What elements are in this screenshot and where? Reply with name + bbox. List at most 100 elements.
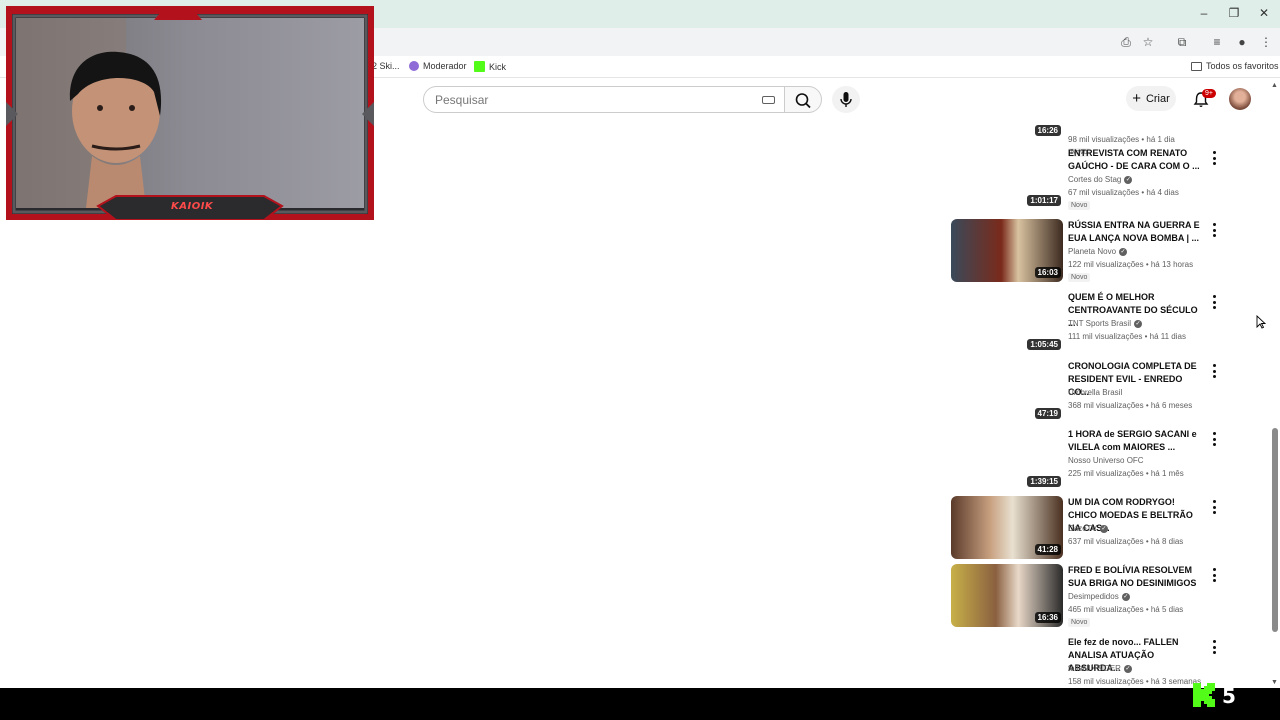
video-thumbnail[interactable]: 1:39:15 — [951, 428, 1063, 491]
video-thumbnail[interactable]: 41:28 — [951, 496, 1063, 559]
video-channel[interactable]: CazéTV ✓ — [1068, 524, 1108, 533]
search-icon — [795, 93, 811, 109]
video-meta: 67 mil visualizações • há 4 dias — [1068, 188, 1179, 197]
video-title[interactable]: FRED E BOLÍVIA RESOLVEM SUA BRIGA NO DES… — [1068, 564, 1202, 590]
video-channel[interactable]: Planeta Novo ✓ — [1068, 247, 1128, 256]
video-meta: 465 mil visualizações • há 5 dias — [1068, 605, 1184, 614]
list-item[interactable]: 16:03 RÚSSIA ENTRA NA GUERRA E EUA LANÇA … — [951, 219, 1216, 285]
plus-icon: + — [1132, 89, 1141, 107]
video-thumbnail[interactable]: 16:36 — [951, 564, 1063, 627]
channel-name: Umbrella Brasil — [1068, 388, 1123, 397]
all-bookmarks-label: Todos os favoritos — [1206, 61, 1279, 71]
minimize-icon[interactable]: – — [1194, 6, 1214, 22]
video-thumbnail[interactable]: 1:05:45 — [951, 291, 1063, 354]
video-duration: 1:01:17 — [1027, 195, 1061, 206]
video-duration: 1:05:45 — [1027, 339, 1061, 350]
video-meta: 158 mil visualizações • há 3 semanas — [1068, 677, 1202, 686]
video-duration: 47:19 — [1034, 408, 1061, 419]
video-title[interactable]: ENTREVISTA COM RENATO GAÚCHO - DE CARA C… — [1068, 147, 1202, 173]
install-app-icon[interactable]: ⎙ — [1118, 35, 1134, 49]
bookmark-kick[interactable]: Kick — [474, 61, 506, 72]
new-badge: Novo — [1068, 618, 1091, 627]
video-meta: 122 mil visualizações • há 13 horas — [1068, 260, 1194, 269]
search-button[interactable] — [784, 86, 822, 113]
notification-badge: 9+ — [1202, 89, 1216, 98]
restore-icon[interactable]: ❐ — [1224, 6, 1244, 22]
folder-icon — [1191, 61, 1202, 71]
channel-name: Cortes do Stag — [1068, 175, 1122, 184]
video-channel[interactable]: Desimpedidos ✓ — [1068, 592, 1130, 601]
verified-check-icon: ✓ — [1119, 247, 1128, 256]
video-thumbnail[interactable]: 47:19 — [951, 360, 1063, 423]
more-actions-icon[interactable] — [1211, 151, 1217, 165]
video-channel[interactable]: TNT Sports Brasil ✓ — [1068, 319, 1142, 328]
webcam-label: KAIOIK — [171, 201, 214, 212]
scroll-down-icon[interactable]: ▼ — [1271, 679, 1278, 686]
avatar[interactable] — [1229, 88, 1251, 110]
voice-search-button[interactable] — [832, 86, 860, 113]
close-icon[interactable]: ✕ — [1254, 6, 1274, 22]
channel-name: Desimpedidos — [1068, 592, 1119, 601]
bookmark-moderador[interactable]: Moderador — [409, 61, 467, 71]
more-actions-icon[interactable] — [1211, 364, 1217, 378]
more-actions-icon[interactable] — [1211, 640, 1217, 654]
list-item[interactable]: 1:05:45 QUEM É O MELHOR CENTROAVANTE DO S… — [951, 291, 1216, 357]
channel-name: falleNINSIDER — [1068, 664, 1121, 673]
verified-check-icon: ✓ — [1124, 175, 1133, 184]
video-thumbnail[interactable]: 16:26 — [951, 77, 1063, 140]
video-meta: 637 mil visualizações • há 8 dias — [1068, 537, 1184, 546]
keyboard-icon[interactable] — [762, 96, 775, 104]
video-duration: 41:28 — [1034, 544, 1061, 555]
video-channel[interactable]: Nosso Universo OFC — [1068, 456, 1144, 465]
search-placeholder: Pesquisar — [435, 93, 489, 107]
kick-counter: 5 — [1222, 684, 1236, 708]
video-channel[interactable]: Cortes do Stag ✓ — [1068, 175, 1133, 184]
star-icon[interactable]: ☆ — [1140, 35, 1156, 49]
moderador-icon — [409, 61, 419, 71]
video-meta: 111 mil visualizações • há 11 dias — [1068, 332, 1186, 341]
channel-name: Nosso Universo OFC — [1068, 456, 1144, 465]
channel-name: CazéTV — [1068, 524, 1097, 533]
more-actions-icon[interactable] — [1211, 432, 1217, 446]
create-label: Criar — [1145, 92, 1170, 105]
video-title[interactable]: RÚSSIA ENTRA NA GUERRA E EUA LANÇA NOVA … — [1068, 219, 1202, 245]
create-button[interactable]: + Criar — [1126, 86, 1176, 111]
video-meta: 98 mil visualizações • há 1 dia — [1068, 135, 1175, 144]
list-item[interactable]: 41:28 UM DIA COM RODRYGO! CHICO MOEDAS E … — [951, 496, 1216, 562]
all-bookmarks[interactable]: Todos os favoritos — [1191, 61, 1279, 71]
video-title[interactable]: 1 HORA de SERGIO SACANI e VILELA com MAI… — [1068, 428, 1202, 454]
profile-icon[interactable]: ● — [1234, 35, 1250, 49]
extensions-icon[interactable]: ⧉ — [1174, 35, 1190, 49]
video-channel[interactable]: Umbrella Brasil — [1068, 388, 1122, 397]
verified-check-icon: ✓ — [1121, 592, 1130, 601]
mouse-cursor-icon — [1256, 315, 1266, 329]
video-thumbnail[interactable]: 1:01:17 — [951, 147, 1063, 210]
more-actions-icon[interactable] — [1211, 568, 1217, 582]
new-badge: Novo — [1068, 273, 1091, 282]
more-actions-icon[interactable] — [1211, 500, 1217, 514]
video-thumbnail[interactable]: 16:03 — [951, 219, 1063, 282]
channel-name: TNT Sports Brasil — [1068, 319, 1131, 328]
video-meta: 225 mil visualizações • há 1 mês — [1068, 469, 1184, 478]
more-actions-icon[interactable] — [1211, 295, 1217, 309]
channel-name: Planeta Novo — [1068, 247, 1117, 256]
list-item[interactable]: 47:19 CRONOLOGIA COMPLETA DE RESIDENT EVI… — [951, 360, 1216, 426]
media-icon[interactable]: ≡ — [1209, 35, 1225, 49]
video-channel[interactable]: falleNINSIDER ✓ — [1068, 664, 1132, 673]
scrollbar-thumb[interactable] — [1272, 428, 1278, 632]
video-duration: 1:39:15 — [1027, 476, 1061, 487]
more-actions-icon[interactable] — [1211, 223, 1217, 237]
list-item[interactable]: 1:01:17 ENTREVISTA COM RENATO GAÚCHO - DE… — [951, 147, 1216, 213]
video-duration: 16:36 — [1034, 612, 1061, 623]
scroll-up-icon[interactable]: ▲ — [1271, 82, 1278, 89]
video-duration: 16:03 — [1034, 267, 1061, 278]
webcam-frame — [6, 6, 374, 220]
list-item[interactable]: 1:39:15 1 HORA de SERGIO SACANI e VILELA … — [951, 428, 1216, 494]
verified-check-icon: ✓ — [1099, 524, 1108, 533]
search-input[interactable]: Pesquisar — [423, 86, 785, 113]
bookmark-label: Kick — [489, 61, 507, 72]
list-item[interactable]: 16:36 FRED E BOLÍVIA RESOLVEM SUA BRIGA N… — [951, 564, 1216, 630]
video-meta: 368 mil visualizações • há 6 meses — [1068, 401, 1193, 410]
new-badge: Novo — [1068, 201, 1091, 210]
menu-icon[interactable]: ⋮ — [1258, 35, 1274, 49]
